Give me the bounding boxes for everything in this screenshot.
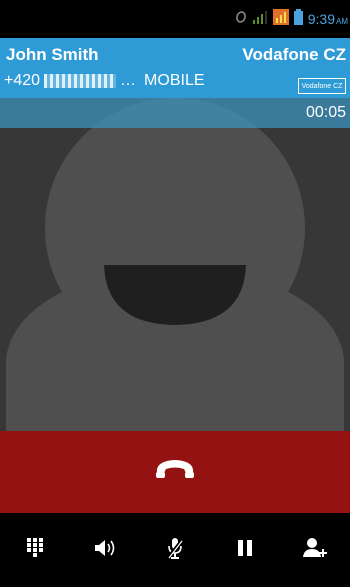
end-call-button[interactable] [0,431,350,513]
add-person-icon [303,537,327,564]
call-timer-bar: 00:05 [0,98,350,128]
battery-icon [293,8,303,30]
hold-button[interactable] [210,513,280,587]
dialpad-button[interactable] [0,513,70,587]
contact-photo [0,98,350,431]
call-action-bar [0,513,350,587]
sync-icon [235,10,247,29]
dialpad-icon [27,537,43,563]
caller-info-bar: John Smith Vodafone CZ +420 … MOBILE Vod… [0,38,350,98]
caller-number-prefix: +420 [4,72,41,89]
carrier-logo: Vodafone CZ [298,78,346,94]
caller-number: +420 … MOBILE [4,72,205,90]
caller-number-type: MOBILE [144,72,205,89]
pause-icon [237,539,253,561]
caller-number-ellipsis: … [120,72,137,89]
speaker-icon [94,538,116,563]
call-duration: 00:05 [305,104,346,121]
status-icons: 9:39AM [235,0,348,38]
mute-button[interactable] [140,513,210,587]
in-call-screen: 9:39AM John Smith Vodafone CZ +420 … MOB… [0,0,350,587]
status-bar: 9:39AM [0,0,350,38]
speaker-button[interactable] [70,513,140,587]
default-avatar-icon [0,98,350,431]
signal-icon [252,10,268,29]
mobile-data-icon [272,8,289,30]
mute-mic-icon [167,537,183,564]
caller-number-redacted [44,74,117,88]
add-call-button[interactable] [280,513,350,587]
caller-carrier: Vodafone CZ [242,45,346,64]
end-call-icon [154,457,196,488]
caller-name: John Smith [6,45,99,64]
status-time: 9:39AM [307,11,348,27]
